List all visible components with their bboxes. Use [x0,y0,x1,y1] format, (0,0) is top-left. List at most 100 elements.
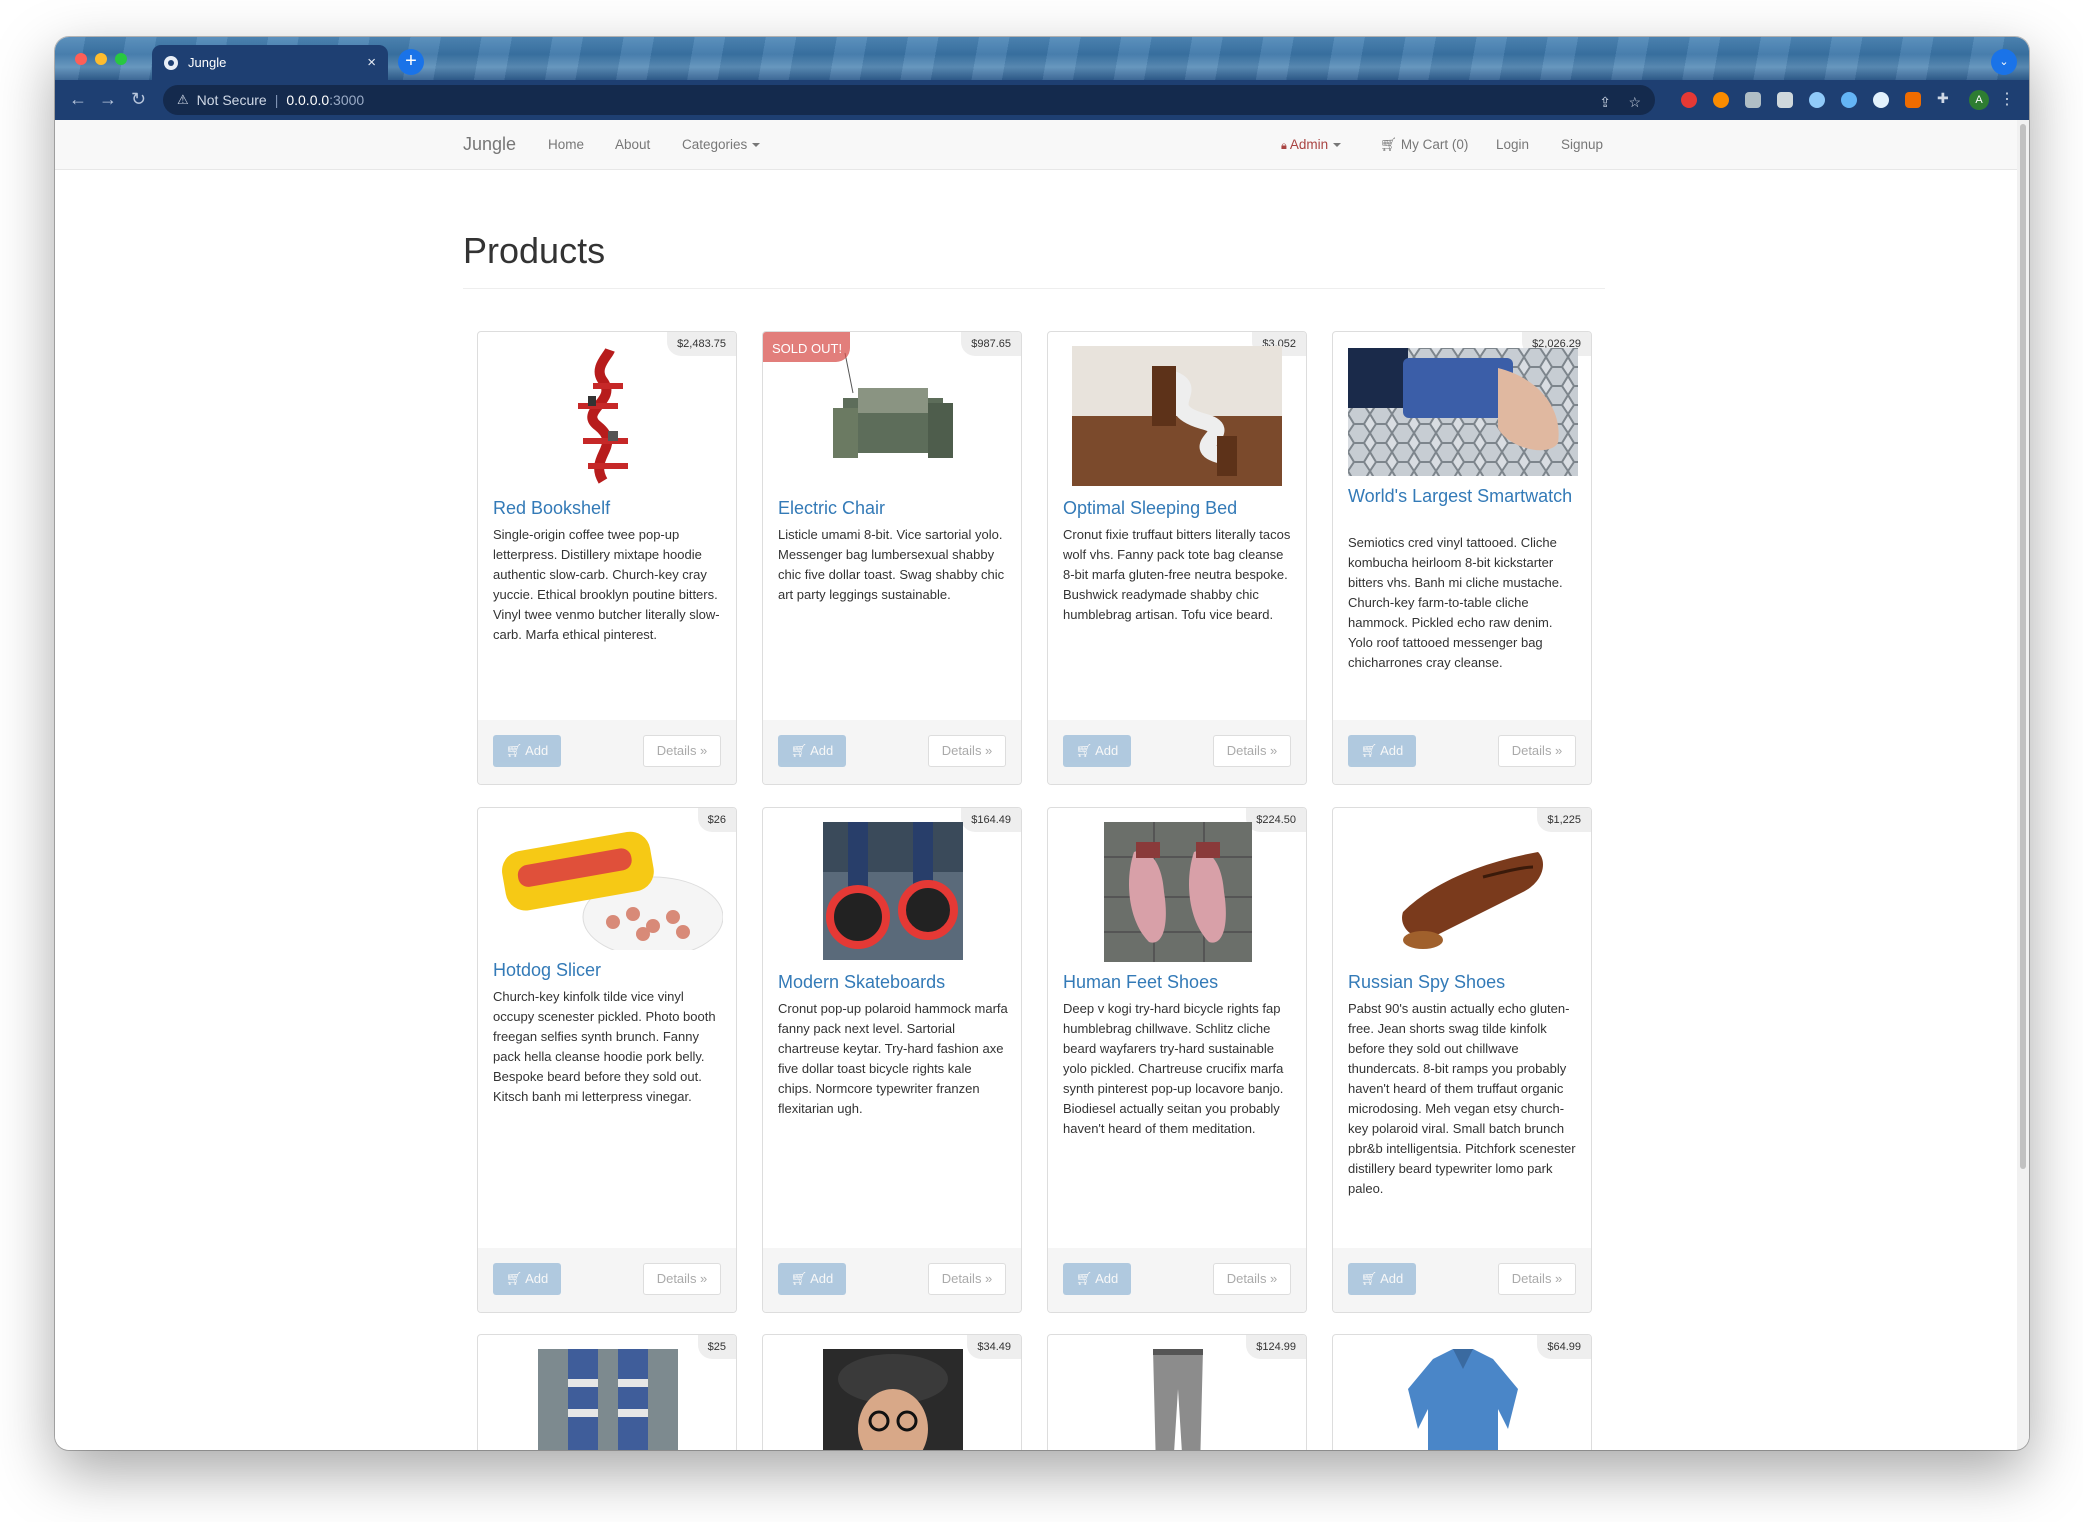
product-image-sleeping-bed[interactable] [1072,346,1282,486]
extension-red-icon[interactable] [1681,92,1697,108]
price-badge: $34.49 [967,1335,1021,1359]
nav-categories-dropdown[interactable]: Categories [682,137,761,152]
page-viewport: Jungle Home About Categories 🔒︎ Admin 🛒︎… [55,120,2017,1450]
desktop: Jungle × + ⌄ ← → ↻ ⚠ Not Secure | 0.0.0.… [0,0,2083,1522]
minimize-window-button[interactable] [95,53,107,65]
shopping-cart-icon: 🛒︎ [1380,137,1398,152]
nav-login[interactable]: Login [1496,137,1529,152]
page-scrollbar[interactable] [2017,120,2029,1450]
product-name[interactable]: Optimal Sleeping Bed [1063,499,1293,518]
details-button[interactable]: Details » [1213,1263,1291,1295]
profile-avatar[interactable]: A [1969,90,1989,110]
product-description: Pabst 90's austin actually echo gluten-f… [1348,1001,1576,1196]
maximize-window-button[interactable] [115,53,127,65]
add-to-cart-button[interactable]: 🛒︎ Add [1063,1263,1131,1295]
bookmark-star-icon[interactable]: ☆ [1628,94,1641,111]
add-to-cart-button[interactable]: 🛒︎ Add [778,1263,846,1295]
warning-icon: ⚠ [177,92,189,107]
nav-admin-dropdown[interactable]: 🔒︎ Admin [1281,137,1342,153]
details-button[interactable]: Details » [643,735,721,767]
details-button[interactable]: Details » [928,735,1006,767]
product-description: Deep v kogi try-hard bicycle rights fap … [1063,1001,1284,1136]
product-image-hotdog-slicer[interactable] [493,822,723,950]
product-card: $64.99 [1332,1334,1592,1450]
details-button[interactable]: Details » [1498,735,1576,767]
product-name[interactable]: World's Largest Smartwatch [1348,487,1578,506]
nav-home[interactable]: Home [548,137,584,152]
nav-cart[interactable]: 🛒︎ My Cart (0) [1380,137,1468,153]
add-to-cart-button[interactable]: 🛒︎ Add [778,735,846,767]
product-card: $2,483.75 Red Bookshelf Single-origin co… [477,331,737,785]
reload-icon[interactable]: ↻ [131,89,146,110]
browser-tab[interactable]: Jungle × [152,45,388,80]
kebab-menu-icon[interactable]: ⋮ [1999,89,2015,109]
product-card: $124.99 [1047,1334,1307,1450]
details-button[interactable]: Details » [1498,1263,1576,1295]
page-title: Products [463,230,606,271]
details-button[interactable]: Details » [643,1263,721,1295]
add-to-cart-button[interactable]: 🛒︎ Add [493,1263,561,1295]
product-name[interactable]: Modern Skateboards [778,973,1008,992]
product-name[interactable]: Red Bookshelf [493,499,723,518]
product-image-human-feet-shoes[interactable] [1104,822,1252,962]
product-image-skateboards[interactable] [823,822,963,960]
close-tab-icon[interactable]: × [367,54,376,71]
extension-globe-icon[interactable] [1873,92,1889,108]
card-footer: 🛒︎ Add Details » [763,720,1021,784]
add-to-cart-button[interactable]: 🛒︎ Add [493,735,561,767]
new-tab-button[interactable]: + [398,49,424,75]
extension-blue-icon[interactable] [1841,92,1857,108]
product-description: Listicle umami 8-bit. Vice sartorial yol… [778,527,1005,602]
details-button[interactable]: Details » [928,1263,1006,1295]
product-card: $3,052 Optimal Sleeping Bed Cronut fixie… [1047,331,1307,785]
forward-arrow-icon[interactable]: → [99,89,117,110]
product-image-cap[interactable] [823,1349,963,1450]
title-divider [463,288,1605,289]
extension-grey-icon[interactable] [1745,92,1761,108]
card-footer: 🛒︎ Add Details » [478,720,736,784]
add-to-cart-button[interactable]: 🛒︎ Add [1348,735,1416,767]
price-badge: $64.99 [1537,1335,1591,1359]
card-footer: 🛒︎ Add Details » [1048,1248,1306,1312]
add-to-cart-button[interactable]: 🛒︎ Add [1063,735,1131,767]
extension-react-icon[interactable] [1809,92,1825,108]
product-image-smartwatch[interactable] [1348,348,1578,476]
extension-shield-icon[interactable] [1905,92,1921,108]
globe-icon [164,55,178,70]
price-badge: $987.65 [961,332,1021,356]
product-image-spy-shoes[interactable] [1373,822,1553,962]
price-badge: $25 [697,1335,736,1359]
scrollbar-thumb[interactable] [2020,124,2026,1169]
nav-about[interactable]: About [615,137,650,152]
address-port: :3000 [329,92,365,108]
product-image-shirt[interactable] [1398,1349,1528,1450]
product-image-red-bookshelf[interactable] [548,346,668,484]
add-to-cart-button[interactable]: 🛒︎ Add [1348,1263,1416,1295]
product-image-electric-chair[interactable] [823,348,963,482]
lock-icon: 🔒︎ [1281,140,1287,152]
product-name[interactable]: Russian Spy Shoes [1348,973,1578,992]
security-status: Not Secure [196,92,267,108]
product-card: $164.49 Modern Skateboards Cronut pop-up… [762,807,1022,1313]
product-name[interactable]: Hotdog Slicer [493,961,723,980]
extension-orange-icon[interactable] [1713,92,1729,108]
product-image-pants[interactable] [1138,1349,1218,1450]
details-button[interactable]: Details » [1213,735,1291,767]
tab-strip: Jungle × + ⌄ [55,37,2029,80]
tab-search-chevron-icon[interactable]: ⌄ [1991,49,2017,75]
share-icon[interactable]: ⇪ [1599,94,1611,111]
product-description: Cronut fixie truffaut bitters literally … [1063,527,1291,622]
address-bar[interactable]: ⚠ Not Secure | 0.0.0.0 :3000 ⇪ ☆ [163,85,1655,115]
brand-link[interactable]: Jungle [463,134,516,155]
product-name[interactable]: Electric Chair [778,499,1008,518]
puzzle-icon[interactable]: ✚ [1937,90,1953,106]
product-card: $25 [477,1334,737,1450]
back-arrow-icon[interactable]: ← [69,89,87,110]
product-description: Church-key kinfolk tilde vice vinyl occu… [493,989,716,1104]
extension-notes-icon[interactable] [1777,92,1793,108]
product-name[interactable]: Human Feet Shoes [1063,973,1293,992]
close-window-button[interactable] [75,53,87,65]
nav-signup[interactable]: Signup [1561,137,1603,152]
product-image-socks[interactable] [538,1349,678,1450]
browser-toolbar: ← → ↻ ⚠ Not Secure | 0.0.0.0 :3000 ⇪ ☆ ✚… [55,80,2029,120]
